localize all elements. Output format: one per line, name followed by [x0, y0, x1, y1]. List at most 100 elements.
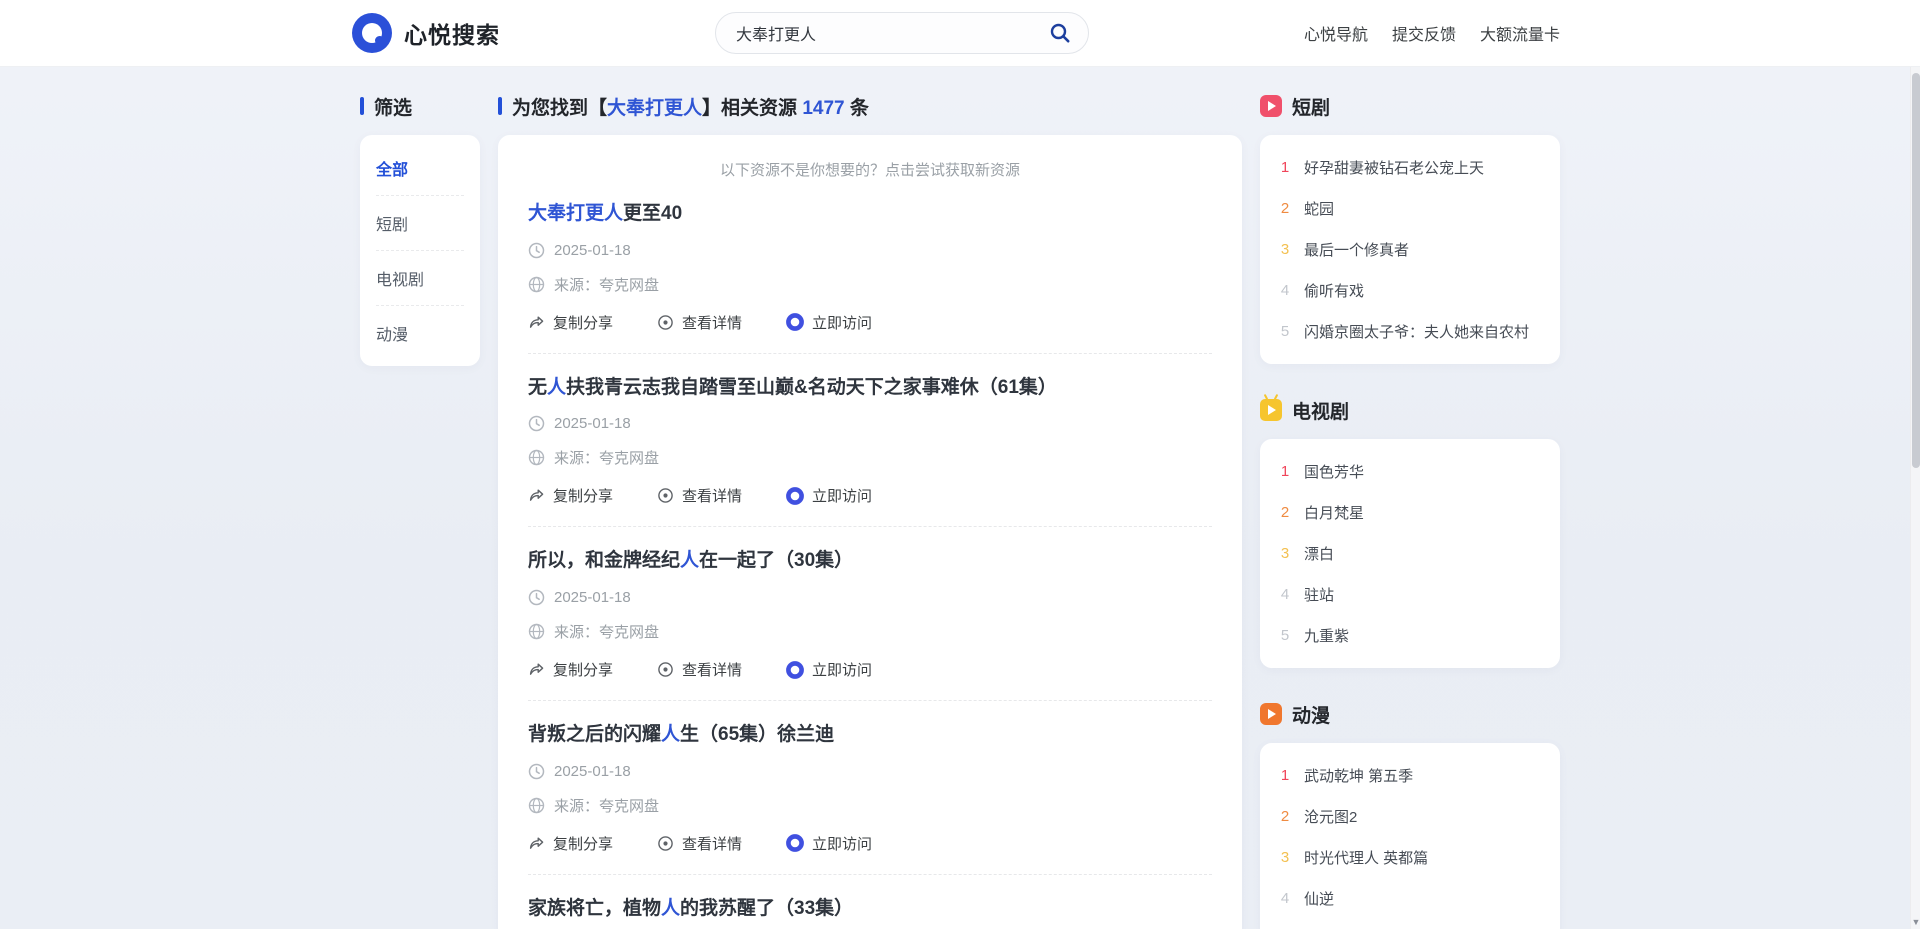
rank-number: 1	[1278, 463, 1292, 480]
result-source-row: 来源：夸克网盘	[528, 795, 1212, 816]
ranking-row[interactable]: 2 蛇园	[1278, 188, 1542, 229]
view-detail-button[interactable]: 查看详情	[657, 659, 742, 680]
clock-icon	[528, 589, 545, 606]
filter-item[interactable]: 短剧	[376, 195, 464, 250]
result-title-link[interactable]: 所以，和金牌经纪人在一起了（30集）	[528, 549, 1212, 574]
visit-now-button[interactable]: 立即访问	[786, 659, 872, 680]
ranking-row[interactable]: 1 国色芳华	[1278, 451, 1542, 492]
rankings-column: 短剧 1 好孕甜妻被钻石老公宠上天 2 蛇园	[1260, 93, 1560, 929]
nav-link[interactable]: 大额流量卡	[1480, 21, 1560, 45]
result-date: 2025-01-18	[554, 242, 631, 259]
scrollbar-thumb[interactable]	[1912, 73, 1920, 468]
filter-card: 全部 短剧 电视剧 动漫	[360, 135, 480, 366]
ranking-row[interactable]: 2 白月梵星	[1278, 492, 1542, 533]
ranking-row[interactable]: 5 牧神记	[1278, 919, 1542, 929]
ranking-row[interactable]: 2 沧元图2	[1278, 796, 1542, 837]
filter-item[interactable]: 动漫	[376, 305, 464, 360]
ranking-section: 短剧 1 好孕甜妻被钻石老公宠上天 2 蛇园	[1260, 93, 1560, 364]
globe-icon	[528, 797, 545, 814]
clock-icon	[528, 415, 545, 432]
result-actions: 复制分享 查看详情	[528, 659, 1212, 680]
rank-number: 5	[1278, 323, 1292, 340]
copy-share-label: 复制分享	[553, 659, 613, 680]
filter-item[interactable]: 电视剧	[376, 250, 464, 305]
copy-share-button[interactable]: 复制分享	[528, 312, 613, 333]
result-title-link[interactable]: 大奉打更人更至40	[528, 202, 1212, 227]
ranking-row[interactable]: 3 漂白	[1278, 533, 1542, 574]
globe-icon	[528, 276, 545, 293]
share-arrow-icon	[528, 835, 545, 852]
view-detail-button[interactable]: 查看详情	[657, 485, 742, 506]
ranking-title: 动漫	[1260, 701, 1560, 727]
result-title-link[interactable]: 家族将亡，植物人的我苏醒了（33集）	[528, 897, 1212, 922]
share-arrow-icon	[528, 314, 545, 331]
rank-name-link: 好孕甜妻被钻石老公宠上天	[1304, 157, 1484, 178]
search-button[interactable]	[1038, 17, 1082, 49]
rank-number: 2	[1278, 504, 1292, 521]
globe-icon	[528, 623, 545, 640]
results-heading-text: 为您找到【大奉打更人】相关资源 1477 条	[512, 93, 869, 120]
brand-logo[interactable]: 心悦搜索	[352, 13, 500, 53]
ranking-title: 电视剧	[1260, 397, 1560, 423]
rank-name-link: 偷听有戏	[1304, 280, 1364, 301]
result-title-link[interactable]: 背叛之后的闪耀人生（65集）徐兰迪	[528, 723, 1212, 748]
nav-link[interactable]: 心悦导航	[1304, 21, 1368, 45]
eye-icon	[657, 661, 674, 678]
ranking-title: 短剧	[1260, 93, 1560, 119]
page-body: 筛选 全部 短剧 电视剧 动漫 为您找到【大奉打更人】相关资源 1477 条 以…	[360, 67, 1560, 929]
visit-now-button[interactable]: 立即访问	[786, 312, 872, 333]
visit-circle-icon	[786, 834, 804, 852]
ranking-row[interactable]: 4 仙逆	[1278, 878, 1542, 919]
filter-item[interactable]: 全部	[376, 141, 464, 195]
result-source-row: 来源：夸克网盘	[528, 274, 1212, 295]
category-play-icon	[1260, 95, 1282, 117]
visit-now-button[interactable]: 立即访问	[786, 485, 872, 506]
rank-number: 1	[1278, 159, 1292, 176]
rank-name-link: 白月梵星	[1304, 502, 1364, 523]
ranking-card: 1 武动乾坤 第五季 2 沧元图2 3 时光代理人 英都篇	[1260, 743, 1560, 929]
scrollbar-down-arrow-icon[interactable]: ▼	[1911, 917, 1920, 927]
ranking-row[interactable]: 4 偷听有戏	[1278, 270, 1542, 311]
result-actions: 复制分享 查看详情	[528, 485, 1212, 506]
ranking-card: 1 国色芳华 2 白月梵星 3 漂白	[1260, 439, 1560, 668]
refresh-notice-link[interactable]: 以下资源不是你想要的？点击尝试获取新资源	[528, 159, 1212, 180]
rank-name-link: 沧元图2	[1304, 806, 1357, 827]
ranking-row[interactable]: 4 驻站	[1278, 574, 1542, 615]
result-item: 背叛之后的闪耀人生（65集）徐兰迪 2025-01-18	[528, 701, 1212, 875]
result-actions: 复制分享 查看详情	[528, 312, 1212, 333]
result-item: 家族将亡，植物人的我苏醒了（33集） 2025-01-18	[528, 875, 1212, 929]
rank-name-link: 国色芳华	[1304, 461, 1364, 482]
result-source: 来源：夸克网盘	[554, 621, 659, 642]
rank-number: 1	[1278, 767, 1292, 784]
copy-share-button[interactable]: 复制分享	[528, 659, 613, 680]
visit-now-button[interactable]: 立即访问	[786, 833, 872, 854]
search-input[interactable]	[736, 24, 1038, 42]
view-detail-button[interactable]: 查看详情	[657, 312, 742, 333]
result-source: 来源：夸克网盘	[554, 274, 659, 295]
copy-share-button[interactable]: 复制分享	[528, 833, 613, 854]
ranking-row[interactable]: 1 武动乾坤 第五季	[1278, 755, 1542, 796]
rank-number: 2	[1278, 808, 1292, 825]
result-date: 2025-01-18	[554, 589, 631, 606]
header-nav: 心悦导航 提交反馈 大额流量卡	[1304, 21, 1560, 45]
nav-link[interactable]: 提交反馈	[1392, 21, 1456, 45]
ranking-row[interactable]: 5 九重紫	[1278, 615, 1542, 656]
category-play-icon	[1260, 399, 1282, 421]
result-date-row: 2025-01-18	[528, 589, 1212, 606]
ranking-section: 动漫 1 武动乾坤 第五季 2 沧元图2	[1260, 701, 1560, 929]
ranking-row[interactable]: 1 好孕甜妻被钻石老公宠上天	[1278, 147, 1542, 188]
visit-now-label: 立即访问	[812, 312, 872, 333]
view-detail-label: 查看详情	[682, 312, 742, 333]
ranking-row[interactable]: 3 时光代理人 英都篇	[1278, 837, 1542, 878]
accent-bar-icon	[498, 97, 502, 115]
rank-name-link: 驻站	[1304, 584, 1334, 605]
ranking-row[interactable]: 5 闪婚京圈太子爷：夫人她来自农村	[1278, 311, 1542, 352]
accent-bar-icon	[360, 97, 364, 115]
rank-number: 4	[1278, 890, 1292, 907]
visit-now-label: 立即访问	[812, 485, 872, 506]
result-item: 无人扶我青云志我自踏雪至山巅&名动天下之家事难休（61集） 2025-01-18	[528, 354, 1212, 528]
ranking-row[interactable]: 3 最后一个修真者	[1278, 229, 1542, 270]
copy-share-button[interactable]: 复制分享	[528, 485, 613, 506]
result-title-link[interactable]: 无人扶我青云志我自踏雪至山巅&名动天下之家事难休（61集）	[528, 376, 1212, 401]
view-detail-button[interactable]: 查看详情	[657, 833, 742, 854]
